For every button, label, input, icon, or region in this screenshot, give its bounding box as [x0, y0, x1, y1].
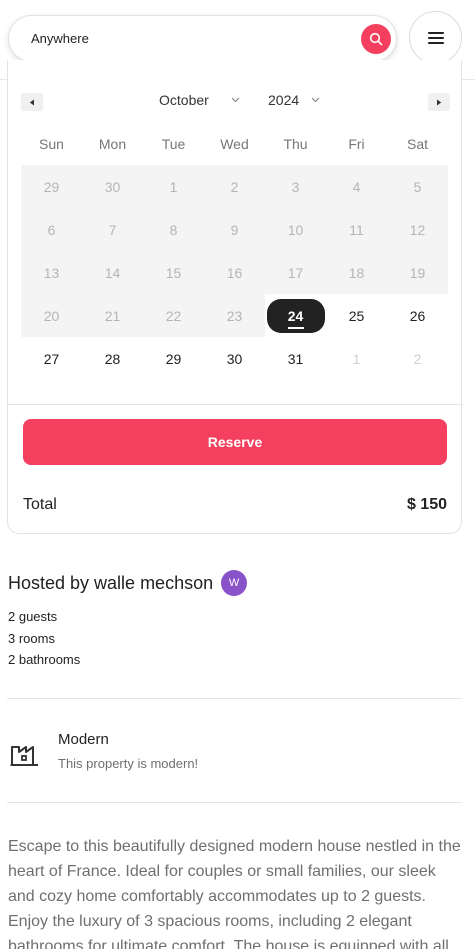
calendar-day: 1	[143, 165, 204, 208]
year-label: 2024	[268, 92, 300, 108]
search-icon	[369, 32, 383, 46]
feature-title: Modern	[58, 731, 109, 748]
calendar-day: 29	[21, 165, 82, 208]
weekday-label: Mon	[98, 136, 127, 152]
listing-facts: 2 guests 3 rooms 2 bathrooms	[8, 606, 80, 671]
weekday-header: Sun Mon Tue Wed Thu Fri Sat	[21, 136, 450, 156]
total-value: $ 150	[406, 496, 447, 513]
calendar-day[interactable]: 31	[265, 337, 326, 380]
calendar-day: 9	[204, 208, 265, 251]
menu-button[interactable]	[409, 11, 462, 64]
calendar-day: 20	[21, 294, 82, 337]
total-row: Total $ 150	[23, 495, 447, 515]
feature-description: This property is modern!	[58, 756, 199, 771]
calendar-day: 2	[204, 165, 265, 208]
calendar-day: 23	[204, 294, 265, 337]
chevron-down-icon	[231, 97, 240, 103]
rooms-count: 3 rooms	[8, 630, 55, 646]
weekday-label: Tue	[161, 136, 186, 152]
next-month-button[interactable]	[428, 93, 450, 111]
host-title: Hosted by walle mechson	[8, 572, 214, 593]
calendar-day: 3	[265, 165, 326, 208]
booking-card: October 2024 Sun Mon Tue Wed Thu Fri Sat…	[7, 60, 463, 534]
calendar-day: 30	[82, 165, 143, 208]
caret-right-icon	[437, 99, 442, 105]
building-icon	[10, 746, 38, 766]
weekday-label: Sun	[39, 136, 64, 152]
calendar-day: 19	[387, 251, 448, 294]
caret-left-icon	[29, 99, 34, 105]
selected-day-label: 24	[266, 298, 325, 333]
previous-month-button[interactable]	[21, 93, 43, 111]
chevron-down-icon	[311, 97, 320, 103]
hamburger-menu-icon	[427, 31, 444, 44]
month-select[interactable]: October	[159, 92, 240, 108]
month-label: October	[159, 92, 209, 108]
divider	[7, 698, 462, 699]
calendar-day: 10	[265, 208, 326, 251]
host-section: Hosted by walle mechson W	[8, 570, 248, 596]
calendar-day: 15	[143, 251, 204, 294]
calendar-day: 16	[204, 251, 265, 294]
calendar-day: 6	[21, 208, 82, 251]
search-bar[interactable]	[8, 15, 397, 62]
calendar-day: 1	[352, 350, 361, 367]
calendar-day: 8	[143, 208, 204, 251]
calendar-day[interactable]: 26	[387, 294, 448, 337]
calendar-day: 14	[82, 251, 143, 294]
weekday-label: Thu	[283, 136, 308, 152]
calendar-day[interactable]: 27	[21, 337, 82, 380]
calendar-day: 7	[82, 208, 143, 251]
calendar-day[interactable]: 28	[82, 337, 143, 380]
guests-count: 2 guests	[8, 609, 58, 624]
feature-item: Modern This property is modern!	[10, 730, 450, 780]
weekday-label: Fri	[348, 136, 365, 152]
divider	[7, 802, 462, 803]
total-label: Total	[23, 496, 57, 513]
search-button[interactable]	[361, 24, 391, 54]
calendar-day: 12	[387, 208, 448, 251]
search-input[interactable]	[31, 31, 331, 46]
listing-description: Escape to this beautifully designed mode…	[8, 838, 461, 949]
year-select[interactable]: 2024	[268, 92, 320, 108]
calendar-day: 22	[143, 294, 204, 337]
calendar-day: 5	[387, 165, 448, 208]
calendar-day: 2	[413, 350, 422, 367]
divider	[8, 404, 463, 405]
weekday-label: Sat	[406, 136, 428, 152]
weekday-label: Wed	[220, 136, 249, 152]
calendar-day: 18	[326, 251, 387, 294]
calendar-day-selected[interactable]: 24	[265, 294, 326, 337]
calendar-day[interactable]: 29	[143, 337, 204, 380]
calendar-navigation: October 2024	[8, 85, 463, 117]
bathrooms-count: 2 bathrooms	[8, 652, 81, 667]
calendar-day: 4	[326, 165, 387, 208]
calendar-day[interactable]: 25	[326, 294, 387, 337]
calendar-day: 21	[82, 294, 143, 337]
calendar-day: 17	[265, 251, 326, 294]
reserve-button[interactable]: Reserve	[23, 419, 447, 465]
avatar[interactable]: W	[221, 570, 248, 596]
calendar-day: 11	[326, 208, 387, 251]
calendar-day: 13	[21, 251, 82, 294]
calendar-day[interactable]: 30	[204, 337, 265, 380]
